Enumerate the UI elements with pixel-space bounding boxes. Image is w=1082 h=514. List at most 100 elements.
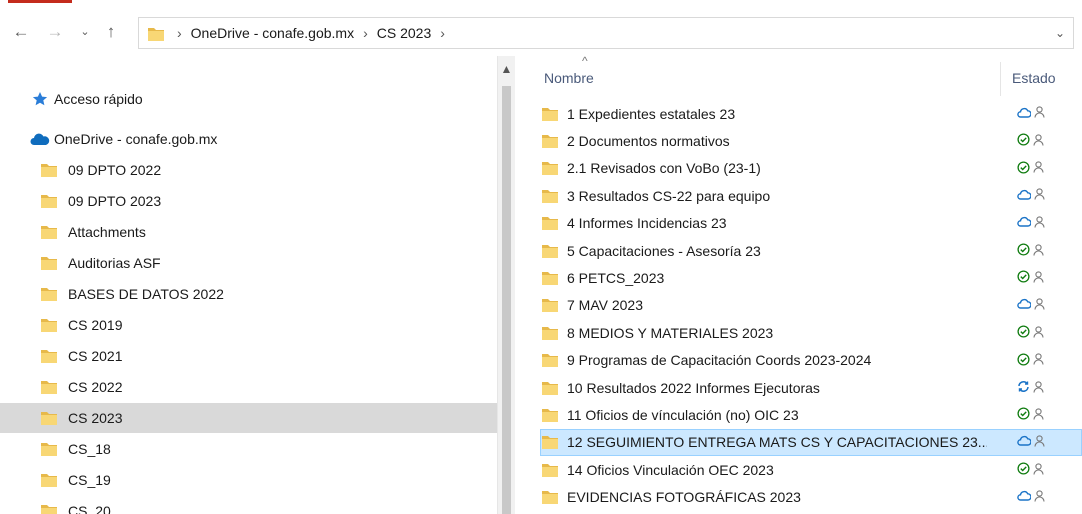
crumb-separator[interactable]: › [177,25,182,41]
nav-folder-item[interactable]: CS 2021 [0,341,515,371]
file-row[interactable]: 1 Expedientes estatales 23 [540,100,1082,127]
address-row: ← → ⌄ ↑ › OneDrive - conafe.gob.mx › CS … [0,12,1082,54]
folder-icon [542,107,558,121]
file-row[interactable]: 4 Informes Incidencias 23 [540,210,1082,237]
scroll-up-icon[interactable]: ▲ [498,62,515,76]
folder-icon [542,244,558,258]
check-circle-icon [1017,325,1030,338]
nav-folder-item[interactable]: CS_19 [0,465,515,495]
navigation-pane: Acceso rápido OneDrive - conafe.gob.mx 0… [0,56,515,514]
forward-button[interactable]: → [44,20,66,44]
scroll-thumb[interactable] [502,86,511,514]
crumb-separator[interactable]: › [363,25,368,41]
file-name: 12 SEGUIMIENTO ENTREGA MATS CS Y CAPACIT… [567,434,987,451]
check-circle-icon [1017,133,1030,146]
status-indicator [1017,435,1045,447]
sync-icon [1018,381,1029,392]
crumb-separator[interactable]: › [440,25,445,41]
status-indicator [1017,380,1044,393]
file-row[interactable]: 14 Oficios Vinculación OEC 2023 [540,456,1082,483]
nav-folder-item[interactable]: CS 2022 [0,372,515,402]
file-row[interactable]: 6 PETCS_2023 [540,264,1082,291]
file-row[interactable]: 5 Capacitaciones - Asesoría 23 [540,237,1082,264]
up-button[interactable]: ↑ [100,20,122,44]
status-indicator [1017,215,1045,228]
folder-icon [41,350,57,363]
file-name: 3 Resultados CS-22 para equipo [567,187,771,204]
breadcrumb: › OneDrive - conafe.gob.mx › CS 2023 › [177,18,445,48]
file-name: 14 Oficios Vinculación OEC 2023 [567,461,774,478]
nav-folder-item[interactable]: CS 2023 [0,403,515,433]
folder-icon [542,134,558,148]
shared-person-icon [1033,271,1044,283]
folder-icon [542,408,558,422]
nav-item-label: CS 2019 [68,317,123,333]
cloud-icon [30,133,50,145]
nav-folder-item[interactable]: CS_20 [0,496,515,514]
cloud-outline-icon [1017,217,1031,227]
shared-person-icon [1033,326,1044,338]
folder-icon [41,164,57,177]
nav-onedrive[interactable]: OneDrive - conafe.gob.mx [0,124,515,154]
shared-person-icon [1034,489,1045,502]
folder-icon [148,28,164,41]
sort-ascending-icon: ^ [582,56,588,68]
check-circle-icon [1017,407,1030,420]
file-name: 9 Programas de Capacitación Coords 2023-… [567,352,872,369]
file-name: 5 Capacitaciones - Asesoría 23 [567,242,761,259]
cloud-outline-icon [1017,491,1031,501]
nav-item-label: BASES DE DATOS 2022 [68,286,224,302]
file-row[interactable]: EVIDENCIAS FOTOGRÁFICAS 2023 [540,484,1082,511]
column-divider[interactable] [1000,62,1001,96]
file-row[interactable]: 2.1 Revisados con VoBo (23-1) [540,155,1082,182]
column-name[interactable]: Nombre [544,70,594,86]
folder-icon [542,463,558,477]
file-row[interactable]: 2 Documentos normativos [540,127,1082,154]
status-indicator [1017,133,1044,146]
cloud-outline-icon [1017,189,1031,200]
file-row[interactable]: 7 MAV 2023 [540,292,1082,319]
nav-item-label: OneDrive - conafe.gob.mx [54,131,218,147]
file-row[interactable]: 9 Programas de Capacitación Coords 2023-… [540,347,1082,374]
nav-folder-item[interactable]: Attachments [0,217,515,247]
folder-icon [542,491,558,505]
star-icon [32,92,48,106]
file-list: ^ Nombre Estado 1 Expedientes estatales … [516,56,1082,514]
status-indicator [1017,161,1044,174]
nav-scrollbar[interactable]: ▲ [497,56,515,514]
nav-folder-item[interactable]: CS_18 [0,434,515,464]
file-row[interactable]: 11 Oficios de vínculación (no) OIC 23 [540,401,1082,428]
file-row[interactable]: 8 MEDIOS Y MATERIALES 2023 [540,319,1082,346]
file-name: 1 Expedientes estatales 23 [567,105,736,122]
crumb-cs-2023[interactable]: CS 2023 [377,25,431,41]
shared-person-icon [1033,243,1044,256]
file-name: 2.1 Revisados con VoBo (23-1) [567,160,761,177]
nav-folder-item[interactable]: BASES DE DATOS 2022 [0,279,515,309]
folder-icon [542,162,558,176]
address-bar[interactable]: › OneDrive - conafe.gob.mx › CS 2023 › ⌄ [138,17,1074,49]
recent-locations-button[interactable]: ⌄ [74,20,96,44]
shared-person-icon [1034,298,1045,310]
nav-folder-item[interactable]: 09 DPTO 2023 [0,186,515,216]
file-row[interactable]: 10 Resultados 2022 Informes Ejecutoras [540,374,1082,401]
crumb-onedrive[interactable]: OneDrive - conafe.gob.mx [191,25,354,41]
back-button[interactable]: ← [10,20,32,44]
folder-icon [542,354,558,368]
nav-folder-item[interactable]: Auditorias ASF [0,248,515,278]
status-indicator [1017,462,1044,475]
status-indicator [1017,407,1044,420]
nav-folder-item[interactable]: 09 DPTO 2022 [0,155,515,185]
file-row[interactable]: 3 Resultados CS-22 para equipo [540,182,1082,209]
check-circle-icon [1017,270,1030,283]
file-row[interactable]: 12 SEGUIMIENTO ENTREGA MATS CS Y CAPACIT… [540,428,1082,456]
column-state[interactable]: Estado [1012,70,1056,86]
nav-quick-access[interactable]: Acceso rápido [0,84,515,114]
nav-folder-item[interactable]: CS 2019 [0,310,515,340]
folder-icon [41,474,57,487]
folder-icon [542,326,558,340]
folder-icon [41,505,57,514]
nav-item-label: CS_18 [68,441,111,457]
folder-icon [41,412,57,425]
nav-item-label: CS_19 [68,472,111,488]
address-dropdown-icon[interactable]: ⌄ [1055,26,1065,40]
